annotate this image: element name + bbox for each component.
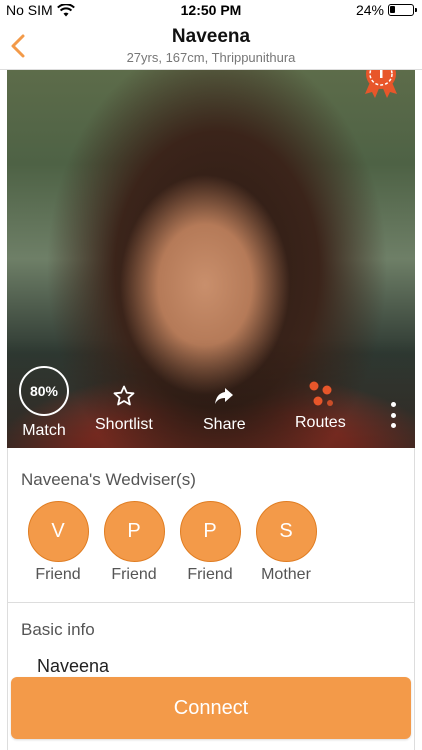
wedviser-item[interactable]: S Mother — [249, 501, 323, 584]
wedvisers-list: V Friend P Friend P Friend S Mother — [21, 501, 325, 584]
divider — [8, 602, 414, 603]
match-label: Match — [22, 422, 66, 439]
status-bar: No SIM 12:50 PM 24% — [0, 0, 422, 20]
routes-button[interactable]: Routes — [295, 380, 346, 432]
share-button[interactable]: Share — [203, 384, 246, 434]
status-right: 24% — [355, 2, 417, 18]
routes-label: Routes — [295, 414, 346, 431]
more-options-icon[interactable] — [389, 402, 397, 428]
shortlist-button[interactable]: Shortlist — [95, 384, 153, 434]
match-action[interactable]: 80% Match — [19, 366, 69, 440]
wedviser-avatar: V — [27, 501, 89, 562]
battery-icon — [388, 4, 417, 16]
wedviser-item[interactable]: P Friend — [97, 501, 171, 584]
routes-icon — [309, 381, 334, 406]
match-percent-badge: 80% — [19, 366, 69, 416]
page-title: Naveena — [171, 26, 251, 47]
profile-photo[interactable]: 80% Match Shortlist Share Routes — [7, 70, 415, 448]
share-icon — [215, 388, 234, 404]
profile-actions: 80% Match Shortlist Share Routes — [7, 366, 415, 446]
badge-rosette-icon — [359, 70, 403, 105]
page-subtitle: 27yrs, 167cm, Thrippunithura — [126, 50, 296, 65]
connect-button[interactable]: Connect — [11, 677, 411, 739]
nav-header: Naveena 27yrs, 167cm, Thrippunithura — [0, 22, 422, 70]
shortlist-label: Shortlist — [95, 416, 153, 433]
wedviser-relation: Friend — [111, 566, 157, 583]
wedvisers-title: Naveena's Wedviser(s) — [21, 470, 196, 489]
battery-percent: 24% — [355, 2, 384, 18]
wedviser-relation: Friend — [187, 566, 233, 583]
wedviser-avatar: P — [179, 501, 241, 562]
star-icon — [113, 385, 135, 406]
wedviser-item[interactable]: V Friend — [21, 501, 95, 584]
wedviser-avatar: P — [103, 501, 165, 562]
wedviser-relation: Mother — [261, 566, 311, 583]
wedviser-avatar: S — [255, 501, 317, 562]
wedviser-relation: Friend — [35, 566, 81, 583]
battery-fill — [390, 6, 395, 13]
basic-info-title: Basic info — [21, 620, 95, 639]
share-label: Share — [203, 416, 246, 433]
wedviser-item[interactable]: P Friend — [173, 501, 247, 584]
basic-info-name: Naveena — [37, 656, 110, 676]
